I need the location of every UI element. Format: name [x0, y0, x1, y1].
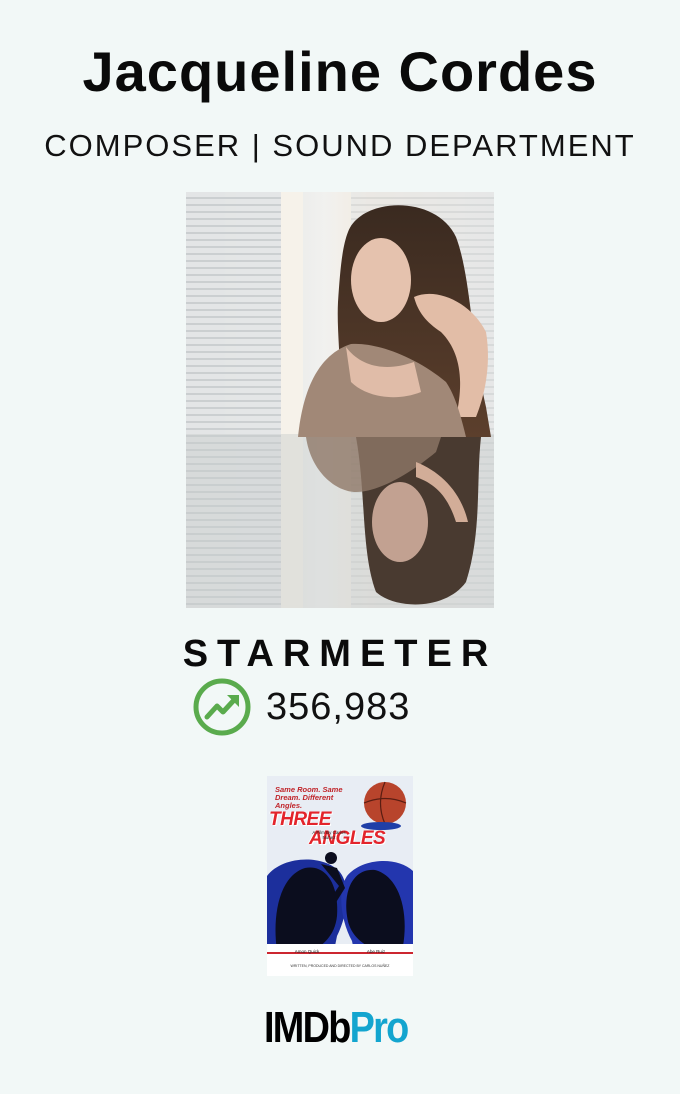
starmeter-rank: 356,983: [266, 686, 411, 728]
starmeter-label: STARMETER: [182, 633, 498, 675]
poster-cast-name: Abe Ruiz: [366, 949, 386, 954]
poster-credit: A Film By Carlos Nuñez: [312, 830, 346, 840]
person-name: Jacqueline Cordes: [82, 40, 598, 103]
poster-tagline: Same Room. Same Dream. Different Angles.: [275, 785, 343, 810]
poster-billing-block: WRITTEN, PRODUCED AND DIRECTED BY CARLOS…: [290, 964, 390, 968]
imdbpro-logo-imdb: IMDb: [264, 1003, 351, 1052]
poster-cast-name: Amon Quick: [294, 949, 320, 954]
poster-title-line1: THREE: [269, 809, 331, 830]
poster-cast: Amon Quick Abe Ruiz: [271, 949, 409, 954]
headshot-photo[interactable]: [186, 192, 494, 608]
person-roles: COMPOSER | SOUND DEPARTMENT: [44, 128, 636, 163]
imdbpro-logo[interactable]: IMDbPro: [264, 1003, 410, 1052]
known-for-poster[interactable]: Same Room. Same Dream. Different Angles.…: [267, 776, 413, 976]
starmeter-rank-row[interactable]: 356,983: [192, 676, 410, 738]
trending-up-icon: [193, 678, 251, 736]
poster-title: THREE ANGLES: [269, 810, 411, 848]
imdbpro-logo-pro: Pro: [349, 1003, 410, 1052]
